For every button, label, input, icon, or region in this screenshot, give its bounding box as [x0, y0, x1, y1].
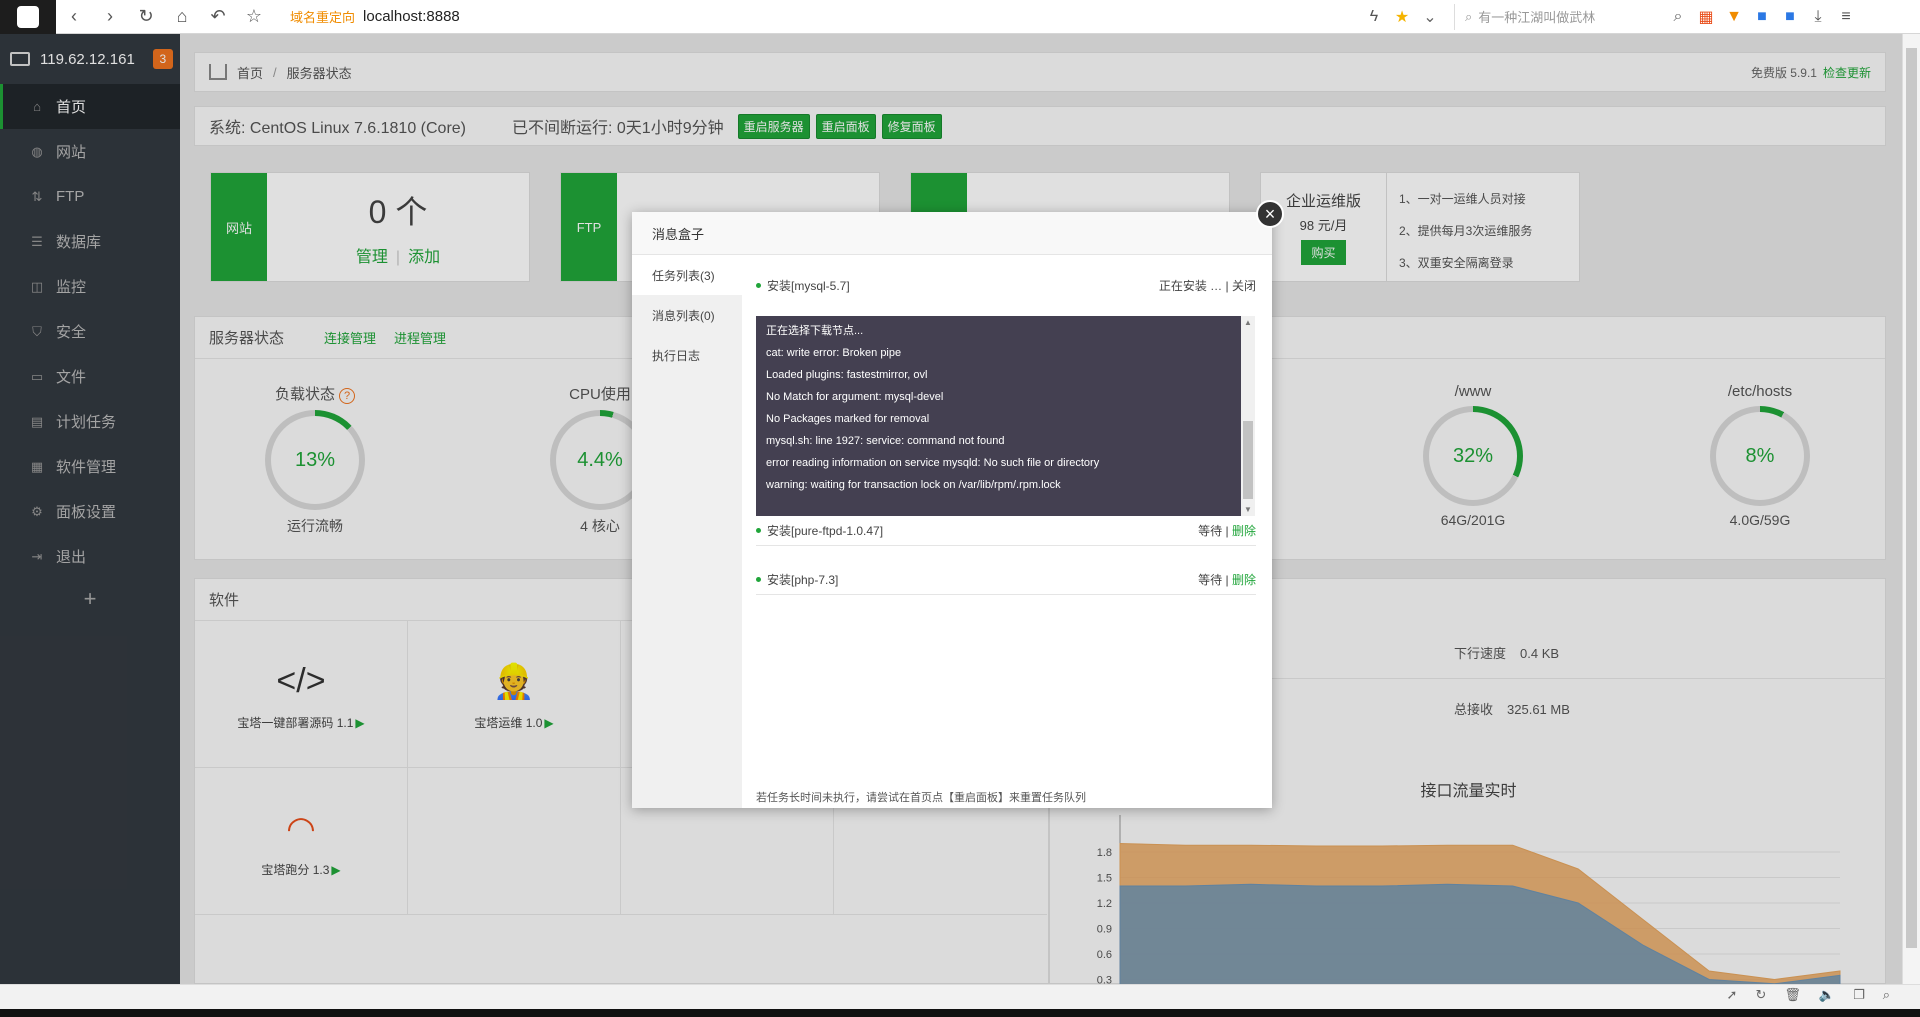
- task-delete-link[interactable]: 删除: [1232, 524, 1256, 538]
- search-input[interactable]: ⌕ 有一种江湖叫做武林: [1454, 3, 1664, 30]
- log-line: 正在选择下载节点...: [766, 325, 864, 337]
- task-name: 安装[pure-ftpd-1.0.47]: [767, 524, 884, 538]
- home-icon[interactable]: ⌂: [164, 0, 200, 34]
- page-scrollbar[interactable]: [1902, 34, 1920, 984]
- windows-icon[interactable]: ▦: [1692, 0, 1720, 34]
- undo-icon[interactable]: ↶: [200, 0, 236, 34]
- message-box-dialog: 消息盒子 × 任务列表(3) 消息列表(0) 执行日志 安装[mysql-5.7…: [632, 200, 1284, 808]
- refresh-icon[interactable]: ↻: [1755, 987, 1766, 1003]
- task-item: 安装[php-7.3] 等待 | 删除: [756, 565, 1256, 595]
- trash-icon[interactable]: 🗑: [1784, 987, 1801, 1003]
- console-scrollbar[interactable]: ▲ ▼: [1241, 316, 1255, 516]
- scroll-up-icon[interactable]: ▲: [1244, 318, 1252, 327]
- install-log-console[interactable]: 正在选择下载节点... cat: write error: Broken pip…: [756, 316, 1241, 516]
- log-line: Loaded plugins: fastestmirror, ovl: [766, 369, 928, 381]
- tab-exec-log[interactable]: 执行日志: [632, 335, 742, 375]
- search-icon: ⌕: [1465, 8, 1473, 24]
- task-status: 正在安装 …: [1158, 279, 1223, 293]
- tab-message-list[interactable]: 消息列表(0): [632, 295, 742, 335]
- reload-icon[interactable]: ↻: [128, 0, 164, 34]
- status-dot: [756, 577, 761, 582]
- log-line: error reading information on service mys…: [766, 457, 1100, 469]
- search-go-icon[interactable]: ⌕: [1664, 0, 1692, 34]
- search-placeholder: 有一种江湖叫做武林: [1478, 10, 1596, 25]
- task-name: 安装[mysql-5.7]: [767, 279, 850, 293]
- address-bar[interactable]: 域名重定向 localhost:8888: [290, 0, 1360, 34]
- lightning-icon[interactable]: ϟ: [1360, 0, 1388, 34]
- task-delete-link[interactable]: 删除: [1232, 573, 1256, 587]
- modal-footer-hint: 若任务长时间未执行，请尝试在首页点【重启面板】来重置任务队列: [756, 792, 1086, 804]
- task-status: 等待: [1198, 573, 1223, 587]
- page-scroll-thumb[interactable]: [1906, 48, 1917, 948]
- speaker-icon[interactable]: 🔈: [1819, 987, 1835, 1003]
- back-icon[interactable]: ‹: [56, 0, 92, 34]
- status-dot: [756, 283, 761, 288]
- translate-icon[interactable]: ■: [1776, 0, 1804, 34]
- task-separator: |: [1225, 279, 1229, 293]
- redirect-label: 域名重定向: [290, 10, 356, 25]
- log-line: warning: waiting for transaction lock on…: [766, 479, 1061, 491]
- browser-logo[interactable]: [0, 0, 56, 34]
- modal-title: 消息盒子: [632, 212, 1272, 255]
- task-item: 安装[mysql-5.7] 正在安装 … | 关闭: [756, 277, 1256, 294]
- task-name: 安装[php-7.3]: [767, 573, 839, 587]
- rocket-icon[interactable]: ➚: [1727, 987, 1738, 1003]
- star-outline-icon[interactable]: ☆: [236, 0, 272, 34]
- download-helper-icon[interactable]: ■: [1748, 0, 1776, 34]
- log-line: No Packages marked for removal: [766, 413, 930, 425]
- taskbar: [0, 1009, 1920, 1017]
- zoom-icon[interactable]: ⌕: [1883, 987, 1890, 1003]
- close-icon[interactable]: ×: [1256, 200, 1284, 228]
- chevron-down-icon[interactable]: ⌄: [1416, 0, 1444, 34]
- task-item: 安装[pure-ftpd-1.0.47] 等待 | 删除: [756, 516, 1256, 546]
- download-icon[interactable]: ⤓: [1804, 0, 1832, 34]
- log-line: mysql.sh: line 1927: service: command no…: [766, 435, 1005, 447]
- task-status: 等待: [1198, 524, 1223, 538]
- tab-task-list[interactable]: 任务列表(3): [632, 255, 742, 295]
- star-filled-icon[interactable]: ★: [1388, 0, 1416, 34]
- menu-icon[interactable]: ≡: [1832, 0, 1860, 34]
- scroll-thumb[interactable]: [1243, 421, 1253, 499]
- browser-toolbar: ‹ › ↻ ⌂ ↶ ☆ 域名重定向 localhost:8888 ϟ ★ ⌄ ⌕…: [0, 0, 1920, 34]
- task-close-link[interactable]: 关闭: [1232, 279, 1256, 293]
- scroll-down-icon[interactable]: ▼: [1244, 505, 1252, 514]
- task-separator: |: [1225, 524, 1229, 538]
- task-separator: |: [1225, 573, 1229, 587]
- log-line: cat: write error: Broken pipe: [766, 347, 902, 359]
- log-line: No Match for argument: mysql-devel: [766, 391, 944, 403]
- window-icon[interactable]: ❐: [1853, 987, 1865, 1003]
- status-dot: [756, 528, 761, 533]
- forward-icon[interactable]: ›: [92, 0, 128, 34]
- browser-status-bar: ➚ ↻ 🗑 🔈 ❐ ⌕: [0, 984, 1920, 1017]
- fox-icon[interactable]: ▼: [1720, 0, 1748, 34]
- address-host: localhost:8888: [363, 8, 460, 25]
